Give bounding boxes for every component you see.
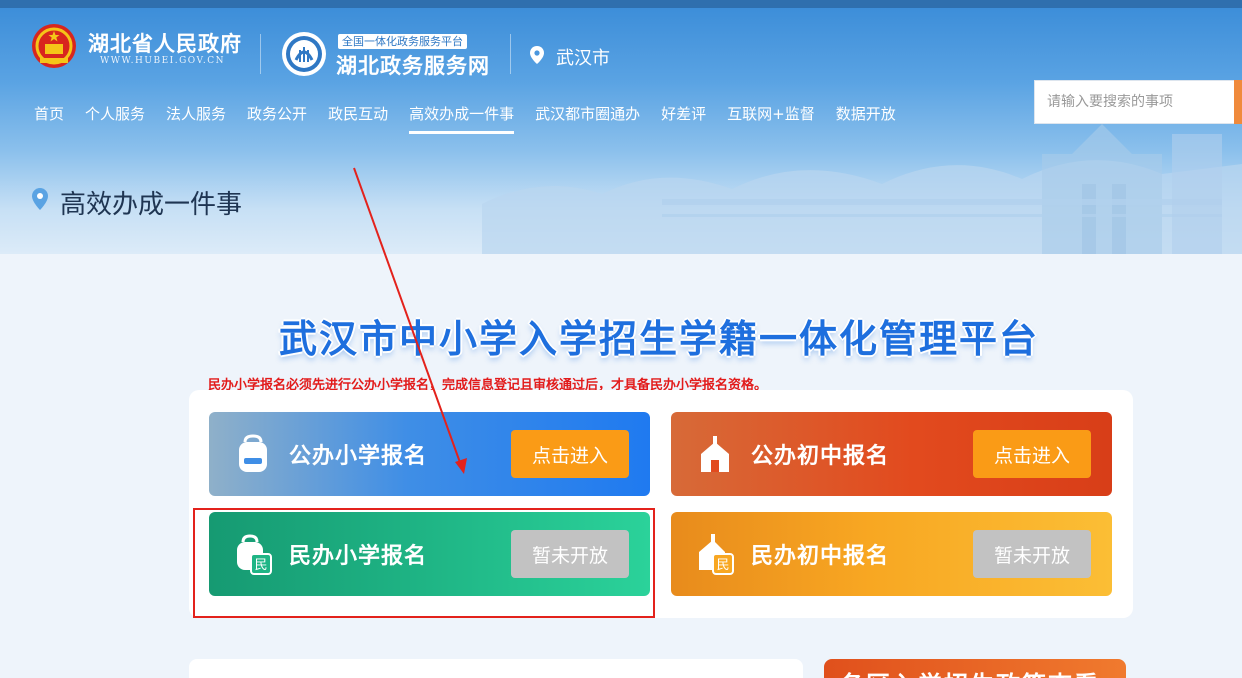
national-emblem-icon <box>32 24 76 68</box>
nav-item-legal-person-services[interactable]: 法人服务 <box>166 104 226 134</box>
page-title: 高效办成一件事 <box>60 190 243 220</box>
nav-item-open-data[interactable]: 数据开放 <box>836 104 896 134</box>
header-divider <box>510 34 511 74</box>
main-navigation: 首页 个人服务 法人服务 政务公开 政民互动 高效办成一件事 武汉都市圈通办 好… <box>34 104 917 134</box>
service-platform-name[interactable]: 湖北政务服务网 <box>336 50 490 80</box>
enter-button[interactable]: 点击进入 <box>973 430 1091 478</box>
card-private-junior[interactable]: 民 民办初中报名 暂未开放 <box>671 512 1112 596</box>
page-location-pin-icon <box>32 188 48 210</box>
bottom-left-panel <box>189 659 803 678</box>
card-label: 公办小学报名 <box>289 444 428 469</box>
card-public-junior[interactable]: 公办初中报名 点击进入 <box>671 412 1112 496</box>
school-building-icon <box>701 436 729 472</box>
nav-item-home[interactable]: 首页 <box>34 104 64 134</box>
nav-item-internet-supervision[interactable]: 互联网+监督 <box>727 104 815 134</box>
top-strip <box>0 0 1242 8</box>
enter-button[interactable]: 点击进入 <box>511 430 629 478</box>
site-header: 湖北省人民政府 WWW.HUBEI.GOV.CN 全国一体化政务服务平台 湖北政… <box>0 8 1242 254</box>
card-label: 公办初中报名 <box>751 444 890 469</box>
location-pin-icon <box>530 46 544 64</box>
header-divider <box>260 34 261 74</box>
policy-panel-title: 各区入学招生政策查看 <box>840 665 1100 678</box>
government-site-title[interactable]: 湖北省人民政府 <box>88 28 242 58</box>
nav-item-wuhan-metro[interactable]: 武汉都市圈通办 <box>535 104 640 134</box>
backpack-icon <box>239 434 267 472</box>
not-open-button[interactable]: 暂未开放 <box>973 530 1091 578</box>
search-box <box>1034 80 1242 124</box>
school-building-min-icon: 民 <box>699 534 734 575</box>
nav-item-interaction[interactable]: 政民互动 <box>328 104 388 134</box>
service-platform-logo-icon <box>282 32 326 76</box>
nav-item-personal-services[interactable]: 个人服务 <box>85 104 145 134</box>
service-platform-badge: 全国一体化政务服务平台 <box>338 34 467 49</box>
government-site-url: WWW.HUBEI.GOV.CN <box>100 56 226 66</box>
location-selector[interactable]: 武汉市 <box>556 44 610 70</box>
platform-title: 武汉市中小学入学招生学籍一体化管理平台 <box>278 317 1039 361</box>
nav-item-one-thing[interactable]: 高效办成一件事 <box>409 104 515 134</box>
policy-panel-header[interactable]: 各区入学招生政策查看 <box>824 659 1126 678</box>
nav-item-rating[interactable]: 好差评 <box>661 104 706 134</box>
search-button[interactable] <box>1234 80 1242 124</box>
annotation-highlight-box <box>193 508 655 618</box>
nav-item-government-affairs[interactable]: 政务公开 <box>247 104 307 134</box>
search-input[interactable] <box>1035 81 1225 123</box>
svg-text:民: 民 <box>716 558 729 573</box>
card-public-primary[interactable]: 公办小学报名 点击进入 <box>209 412 650 496</box>
card-label: 民办初中报名 <box>751 544 890 569</box>
